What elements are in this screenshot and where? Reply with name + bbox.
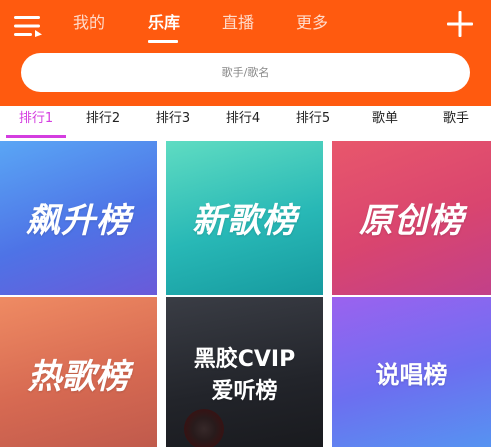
category-tab-rank-5[interactable]: 排行5 [283, 106, 343, 136]
vinyl-disc-icon [184, 409, 224, 447]
plus-icon[interactable] [447, 11, 473, 37]
chart-card-soaring[interactable]: 飙升榜 [0, 141, 157, 295]
menu-icon[interactable] [14, 15, 42, 37]
tab-library[interactable]: 乐库 [148, 10, 180, 36]
chart-card-new-songs[interactable]: 新歌榜 [166, 141, 323, 295]
chart-card-title: 说唱榜 [375, 361, 448, 389]
chart-card-vip-favorites[interactable]: 黑胶CVIP 爱听榜 [166, 297, 323, 447]
tab-more[interactable]: 更多 [296, 10, 328, 36]
chart-card-title-line-2: 爱听榜 [211, 379, 278, 404]
chart-card-title: 原创榜 [359, 201, 464, 241]
category-tab-rank-3[interactable]: 排行3 [143, 106, 203, 136]
category-tab-rank-2[interactable]: 排行2 [73, 106, 133, 136]
chart-card-title: 新歌榜 [192, 201, 297, 241]
chart-card-rap[interactable]: 说唱榜 [332, 297, 491, 447]
chart-card-original[interactable]: 原创榜 [332, 141, 491, 295]
category-tab-singers[interactable]: 歌手 [426, 106, 486, 136]
chart-card-title: 热歌榜 [27, 357, 130, 397]
chart-card-hot-songs[interactable]: 热歌榜 [0, 297, 157, 447]
chart-card-title-line-1: 黑胶CVIP [193, 347, 296, 372]
chart-card-title: 飙升榜 [26, 201, 131, 241]
search-input[interactable]: 歌手/歌名 [21, 53, 470, 92]
tab-live[interactable]: 直播 [222, 10, 254, 36]
category-tab-playlists[interactable]: 歌单 [355, 106, 415, 136]
top-header: 我的 乐库 直播 更多 歌手/歌名 [0, 0, 491, 106]
category-tab-rank-1[interactable]: 排行1 [6, 106, 66, 136]
category-active-indicator [6, 135, 66, 138]
category-tab-bar: 排行1 排行2 排行3 排行4 排行5 歌单 歌手 [0, 106, 491, 139]
active-tab-indicator [148, 40, 178, 43]
category-tab-rank-4[interactable]: 排行4 [213, 106, 273, 136]
tab-mine[interactable]: 我的 [73, 10, 105, 36]
